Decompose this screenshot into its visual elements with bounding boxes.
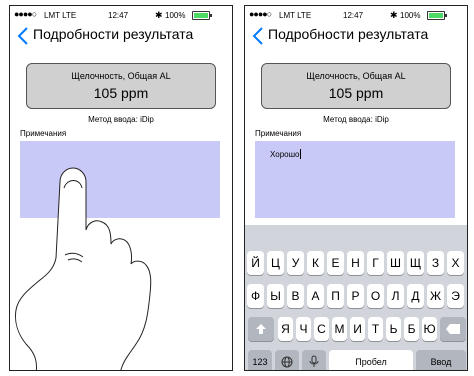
key[interactable]: Т <box>368 317 383 341</box>
language-key[interactable] <box>275 350 299 370</box>
carrier-label: LMT LTE <box>44 11 77 20</box>
key[interactable]: Х <box>447 251 464 275</box>
key[interactable]: Л <box>387 284 404 308</box>
navigation-bar: Подробности результата <box>10 23 232 53</box>
battery-icon <box>192 11 212 20</box>
key[interactable]: М <box>332 317 347 341</box>
battery-icon <box>427 11 447 20</box>
key[interactable]: Д <box>407 284 424 308</box>
key[interactable]: Е <box>327 251 344 275</box>
key[interactable]: С <box>314 317 329 341</box>
shift-key[interactable] <box>248 317 274 341</box>
navigation-bar: Подробности результата <box>245 23 467 53</box>
key[interactable]: И <box>350 317 365 341</box>
key[interactable]: З <box>427 251 444 275</box>
notes-textarea[interactable]: Хорошо <box>255 141 455 218</box>
keyboard: ЙЦУКЕНГШЩЗХ ФЫВАПРОЛДЖЭ ЯЧСМИТЬБЮ 123 Пр… <box>245 225 467 370</box>
result-parameter: Щелочность, Общая AL <box>71 71 171 81</box>
key[interactable]: Ф <box>247 284 264 308</box>
key[interactable]: Ш <box>387 251 404 275</box>
clock: 12:47 <box>343 11 364 20</box>
key[interactable]: Щ <box>407 251 424 275</box>
key[interactable]: К <box>307 251 324 275</box>
phone-screen-left: ●●●●○ LMT LTE 12:47 ✱ 100% Подробности р… <box>9 5 233 371</box>
key[interactable]: Н <box>347 251 364 275</box>
tap-finger-icon <box>15 167 152 370</box>
status-bar: ●●●●○ LMT LTE 12:47 ✱ 100% <box>10 6 232 24</box>
key[interactable]: Я <box>278 317 293 341</box>
text-cursor <box>300 149 302 159</box>
signal-strength-icon: ●●●●○ <box>14 9 37 19</box>
page-title: Подробности результата <box>33 26 194 42</box>
microphone-icon <box>309 355 319 367</box>
shift-icon <box>256 324 266 334</box>
back-chevron-icon[interactable] <box>16 26 32 46</box>
result-value: 105 ppm <box>93 85 149 101</box>
return-key[interactable]: Ввод <box>416 350 466 370</box>
phone-screen-right: ●●●●○ LMT LTE 12:47 ✱ 100% Подробности р… <box>244 5 468 371</box>
key[interactable]: Г <box>367 251 384 275</box>
key[interactable]: Ь <box>386 317 401 341</box>
notes-label: Примечания <box>255 129 302 138</box>
battery-percent: 100% <box>400 11 421 20</box>
numbers-key[interactable]: 123 <box>248 350 272 370</box>
back-chevron-icon[interactable] <box>251 26 267 46</box>
backspace-key[interactable] <box>440 317 466 341</box>
space-key[interactable]: Пробел <box>329 350 413 370</box>
result-card: Щелочность, Общая AL 105 ppm <box>261 63 451 109</box>
bluetooth-icon: ✱ <box>155 10 163 20</box>
notes-text: Хорошо <box>270 149 302 159</box>
key[interactable]: Б <box>404 317 419 341</box>
clock: 12:47 <box>108 11 129 20</box>
signal-strength-icon: ●●●●○ <box>249 9 272 19</box>
status-bar: ●●●●○ LMT LTE 12:47 ✱ 100% <box>245 6 467 24</box>
notes-label: Примечания <box>20 129 67 138</box>
key[interactable]: Й <box>247 251 264 275</box>
page-title: Подробности результата <box>268 26 429 42</box>
result-value: 105 ppm <box>328 85 384 101</box>
input-method-label: Метод ввода: iDip <box>323 115 389 124</box>
result-parameter: Щелочность, Общая AL <box>306 71 406 81</box>
carrier-label: LMT LTE <box>279 11 312 20</box>
backspace-icon <box>446 324 460 334</box>
key[interactable]: Ы <box>267 284 284 308</box>
dictation-key[interactable] <box>302 350 326 370</box>
key[interactable]: Ю <box>422 317 437 341</box>
battery-percent: 100% <box>165 11 186 20</box>
globe-icon <box>281 356 293 368</box>
key[interactable]: В <box>287 284 304 308</box>
key[interactable]: Ч <box>296 317 311 341</box>
key[interactable]: У <box>287 251 304 275</box>
key[interactable]: Э <box>447 284 464 308</box>
bluetooth-icon: ✱ <box>390 10 398 20</box>
key[interactable]: П <box>327 284 344 308</box>
result-card: Щелочность, Общая AL 105 ppm <box>26 63 216 109</box>
input-method-label: Метод ввода: iDip <box>88 115 154 124</box>
key[interactable]: Ц <box>267 251 284 275</box>
key[interactable]: О <box>367 284 384 308</box>
key[interactable]: Р <box>347 284 364 308</box>
key[interactable]: А <box>307 284 324 308</box>
key[interactable]: Ж <box>427 284 444 308</box>
